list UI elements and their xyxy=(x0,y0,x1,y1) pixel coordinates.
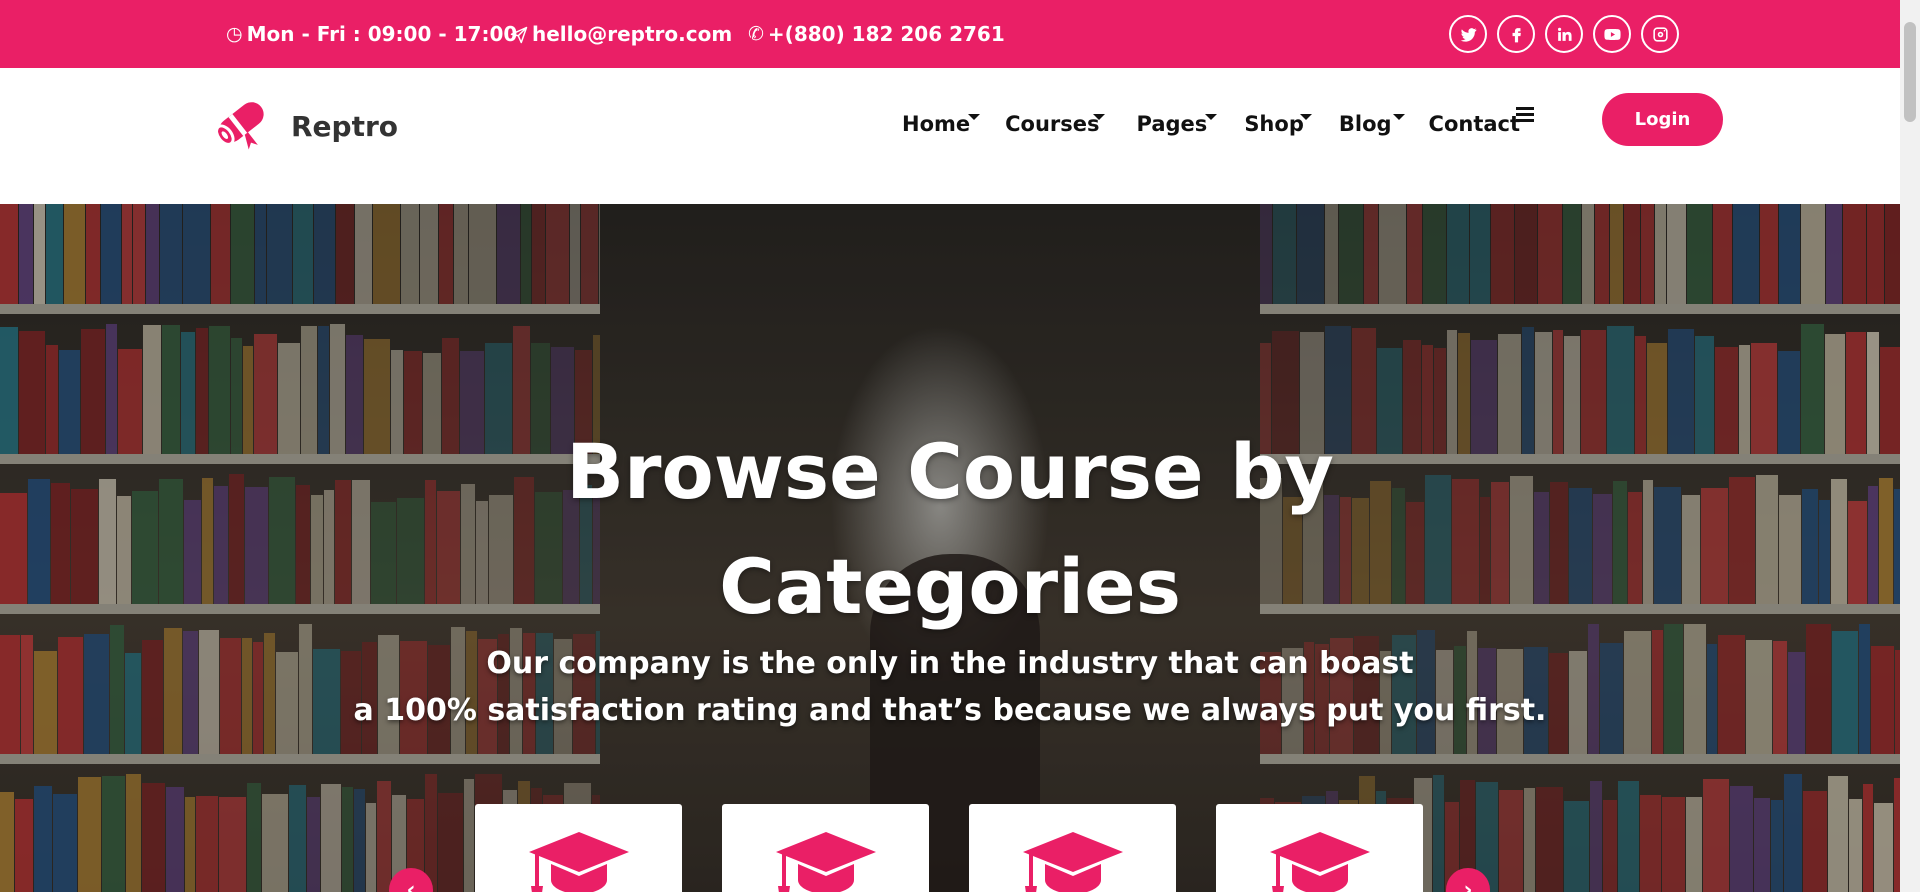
hero-title-line2: Categories xyxy=(719,542,1181,631)
caret-down-icon xyxy=(1204,114,1217,120)
clock-icon: ◷ xyxy=(226,23,243,45)
graduation-cap-icon xyxy=(1022,832,1123,892)
hero-subtitle-line2: a 100% satisfaction rating and that’s be… xyxy=(353,693,1547,728)
caret-down-icon xyxy=(1300,114,1313,120)
nav-item-contact[interactable]: Contact xyxy=(1429,112,1521,142)
linkedin-icon xyxy=(1557,27,1572,41)
graduation-cap-icon xyxy=(528,832,629,892)
nav-item-shop[interactable]: Shop xyxy=(1244,112,1313,142)
business-hours-text: Mon - Fri : 09:00 - 17:00 xyxy=(246,22,518,46)
contact-email[interactable]: hello@reptro.com xyxy=(510,0,732,68)
hero-title-line1: Browse Course by xyxy=(566,427,1334,516)
phone-icon: ✆ xyxy=(748,23,764,45)
brand-logo-link[interactable]: Reptro xyxy=(207,88,398,158)
diploma-scroll-icon xyxy=(215,102,264,150)
page-scrollbar[interactable] xyxy=(1900,0,1920,892)
top-bar: ◷ Mon - Fri : 09:00 - 17:00 hello@reptro… xyxy=(0,0,1900,68)
nav-item-label: Pages xyxy=(1136,112,1208,136)
nav-item-label: Home xyxy=(902,112,971,136)
social-links xyxy=(1449,15,1679,53)
nav-item-label: Contact xyxy=(1428,112,1521,136)
scrollbar-thumb[interactable] xyxy=(1904,22,1916,122)
chevron-right-icon: › xyxy=(1463,877,1473,892)
instagram-link[interactable] xyxy=(1641,15,1679,53)
caret-down-icon xyxy=(968,114,980,120)
nav-item-blog[interactable]: Blog xyxy=(1338,112,1405,142)
nav-item-courses[interactable]: Courses xyxy=(1005,112,1106,142)
contact-email-text: hello@reptro.com xyxy=(532,22,733,46)
chevron-left-icon: ‹ xyxy=(406,877,416,892)
youtube-link[interactable] xyxy=(1593,15,1631,53)
business-hours: ◷ Mon - Fri : 09:00 - 17:00 xyxy=(226,0,517,68)
nav-item-pages[interactable]: Pages xyxy=(1136,112,1217,142)
facebook-link[interactable] xyxy=(1497,15,1535,53)
nav-item-home[interactable]: Home xyxy=(902,112,980,142)
caret-down-icon xyxy=(1093,114,1106,120)
nav-item-label: Courses xyxy=(1005,112,1100,136)
login-button[interactable]: Login xyxy=(1602,93,1723,146)
instagram-icon xyxy=(1652,26,1668,42)
youtube-icon xyxy=(1603,28,1621,40)
graduation-cap-icon xyxy=(775,832,876,892)
twitter-icon xyxy=(1460,27,1476,42)
nav-item-label: Shop xyxy=(1244,112,1304,136)
brand-name: Reptro xyxy=(291,109,399,143)
caret-down-icon xyxy=(1392,114,1405,120)
menu-toggle-icon[interactable] xyxy=(1516,107,1534,125)
twitter-link[interactable] xyxy=(1449,15,1487,53)
category-cards xyxy=(475,804,1423,892)
hero-section: Browse Course by Categories Our company … xyxy=(0,204,1900,892)
hero-title: Browse Course by Categories xyxy=(0,414,1900,644)
contact-phone[interactable]: ✆ +(880) 182 206 2761 xyxy=(748,0,1005,68)
contact-phone-text: +(880) 182 206 2761 xyxy=(767,22,1005,46)
hero-subtitle: Our company is the only in the industry … xyxy=(0,640,1900,734)
linkedin-link[interactable] xyxy=(1545,15,1583,53)
category-card[interactable] xyxy=(722,804,929,892)
hero-subtitle-line1: Our company is the only in the industry … xyxy=(486,646,1414,681)
paper-plane-icon xyxy=(510,23,528,45)
facebook-icon xyxy=(1512,27,1521,42)
nav-item-label: Blog xyxy=(1338,112,1392,136)
category-card[interactable] xyxy=(475,804,682,892)
category-card[interactable] xyxy=(1216,804,1423,892)
category-card[interactable] xyxy=(969,804,1176,892)
site-header: Reptro Home Courses Pages Shop Blog Cont… xyxy=(0,68,1900,204)
main-nav: Home Courses Pages Shop Blog Contact xyxy=(902,112,1520,142)
graduation-cap-icon xyxy=(1269,832,1370,892)
